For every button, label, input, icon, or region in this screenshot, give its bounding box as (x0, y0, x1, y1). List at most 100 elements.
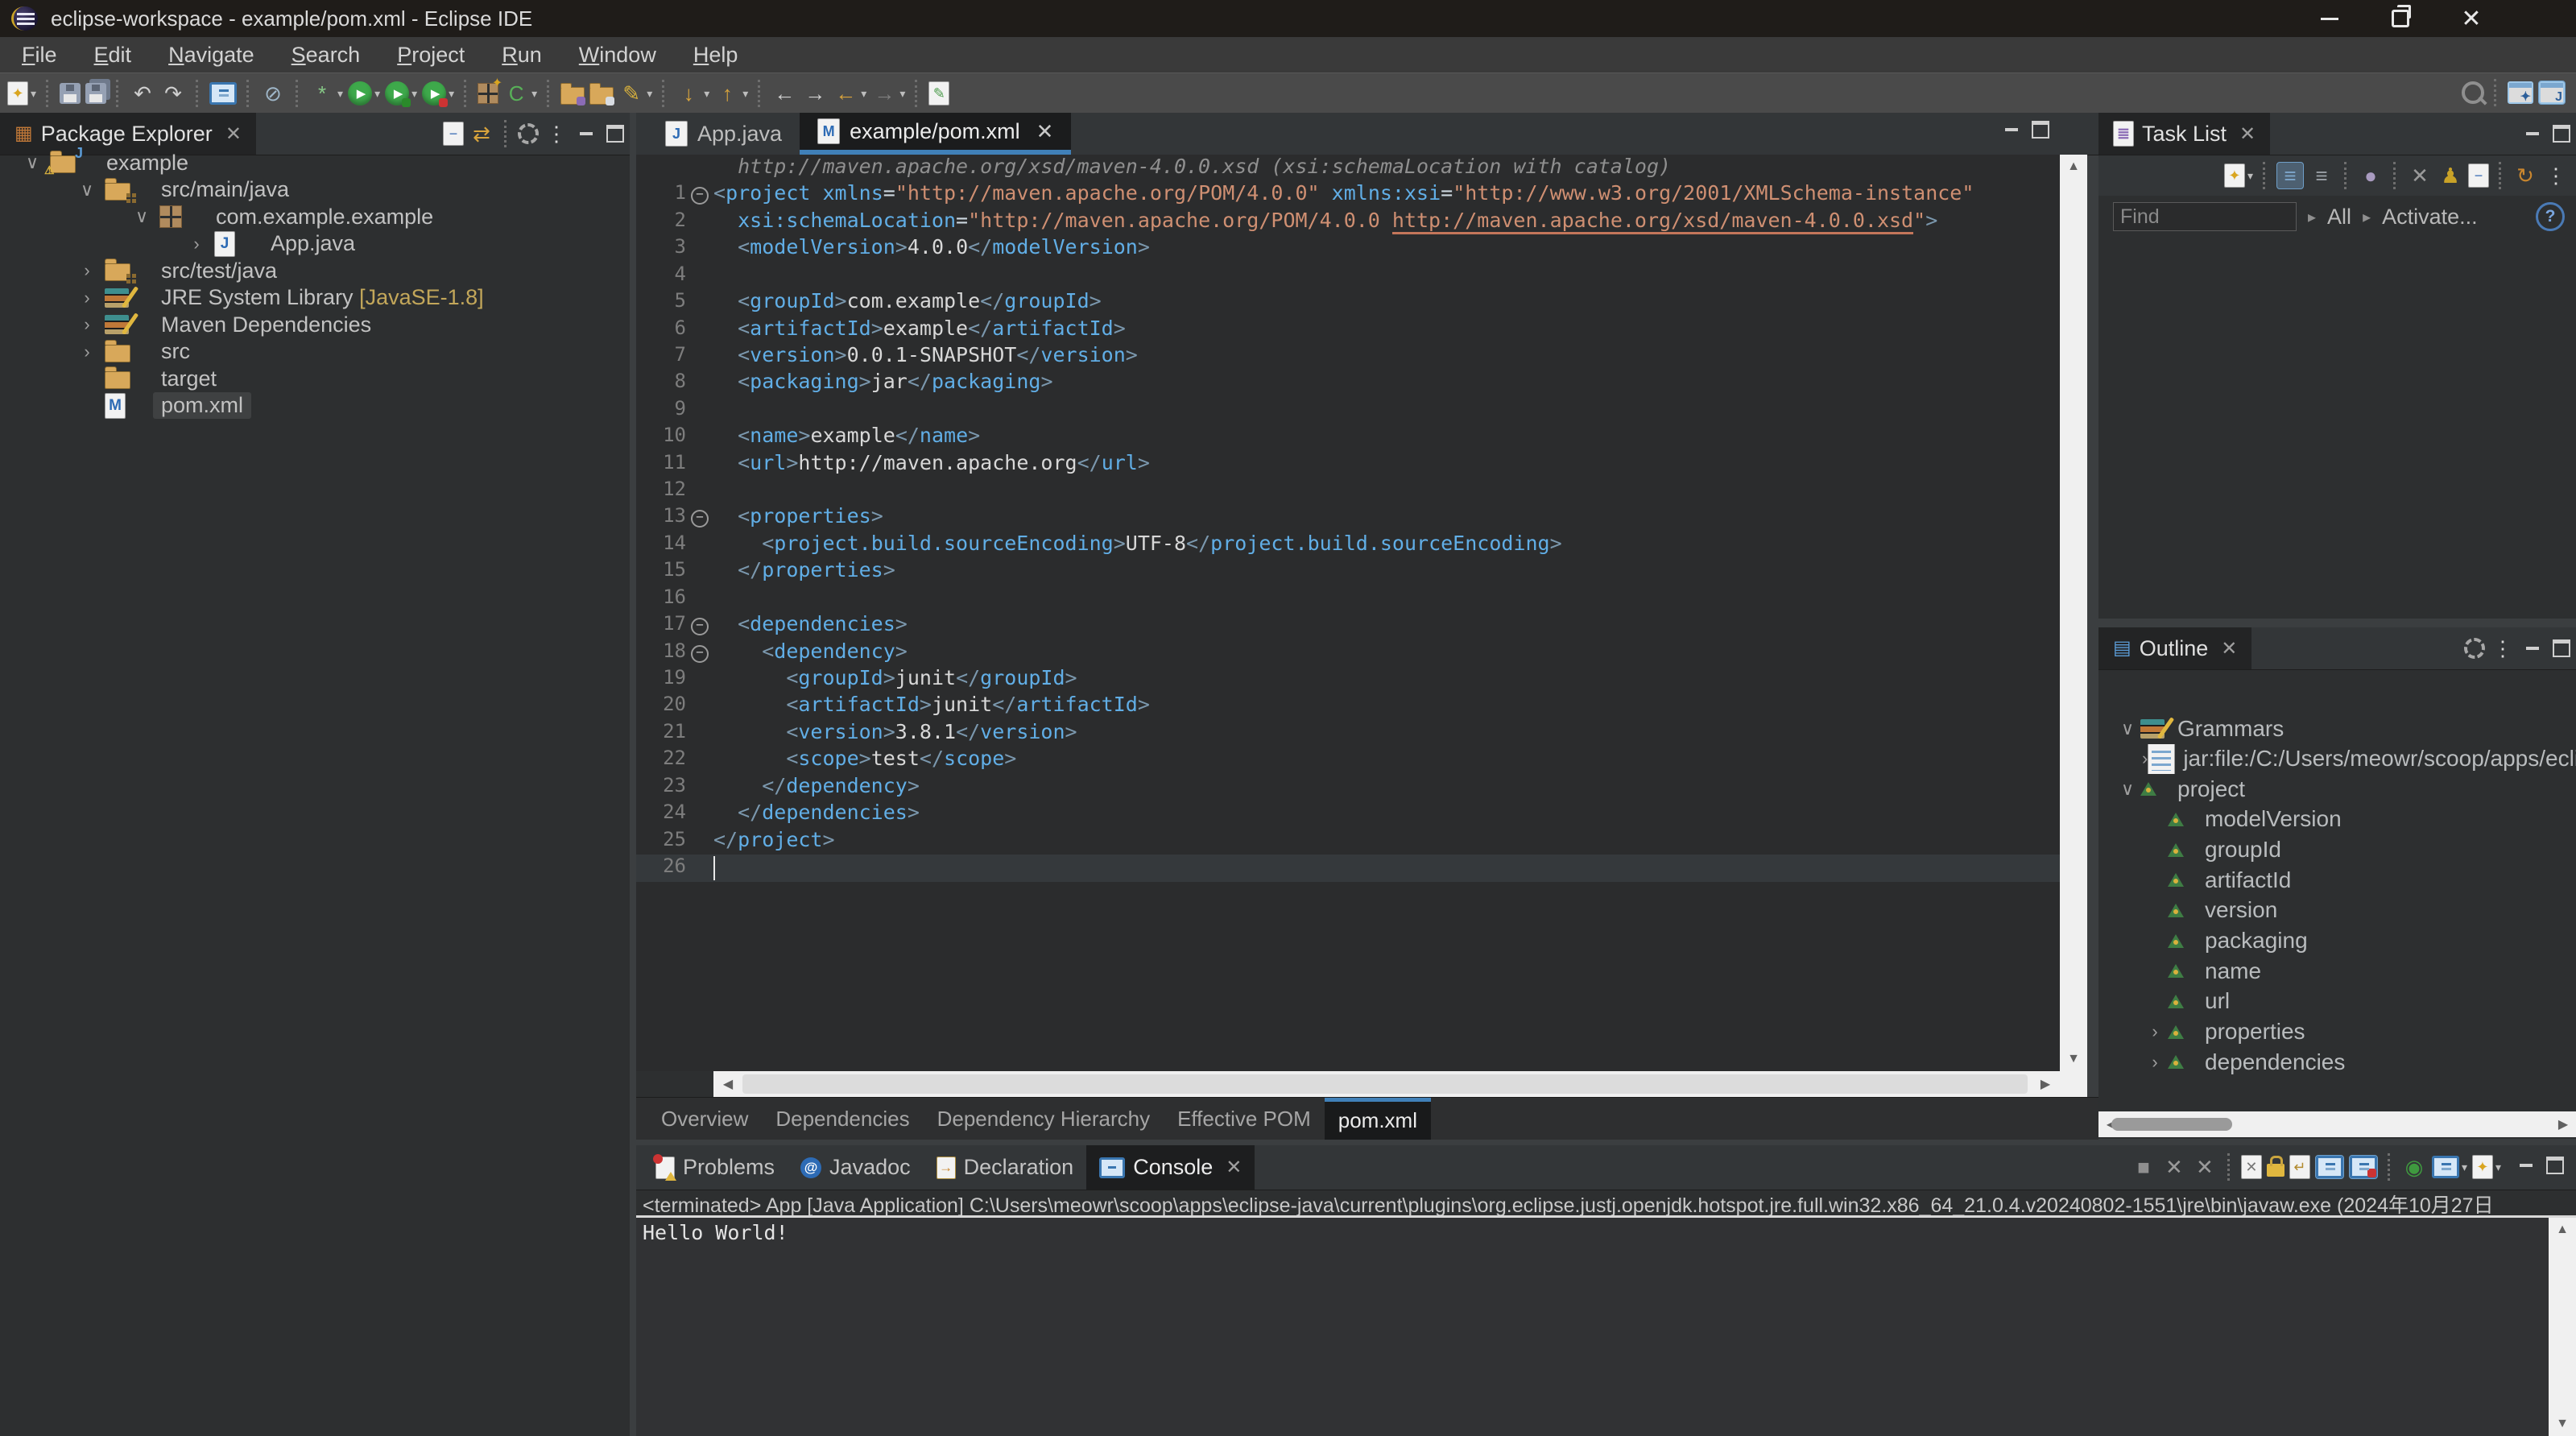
debug-icon[interactable]: * ▾ (309, 81, 343, 106)
editor-tab-app-java[interactable]: J App.java (647, 113, 800, 155)
maximize-icon[interactable] (2541, 1153, 2570, 1177)
code-editor[interactable]: http://maven.apache.org/xsd/maven-4.0.0.… (636, 155, 2060, 1071)
task-list-find-input[interactable] (2113, 202, 2297, 231)
tree-item-src-main-java[interactable]: ∨ src/main/java (0, 176, 630, 204)
fold-marker-icon[interactable]: − (691, 187, 709, 205)
console-vertical-scrollbar[interactable]: ▲ ▼ (2549, 1218, 2576, 1436)
link-editor-icon[interactable]: ⇄ (469, 121, 494, 147)
menu-navigate[interactable]: Navigate (150, 43, 273, 68)
chevron-down-icon[interactable]: ∨ (2115, 779, 2140, 800)
chevron-down-icon[interactable]: ∨ (124, 206, 159, 227)
menu-search[interactable]: Search (273, 43, 379, 68)
horizontal-splitter-outline[interactable] (2098, 619, 2576, 627)
new-console-icon[interactable]: ✦ ▾ (2471, 1155, 2501, 1179)
new-task-icon[interactable]: ✦ ▾ (2223, 163, 2253, 188)
chevron-right-icon[interactable]: › (69, 288, 105, 308)
minimize-icon[interactable] (2518, 122, 2547, 146)
close-icon[interactable]: ✕ (1036, 119, 1054, 144)
console-tab-problems[interactable]: Problems (643, 1145, 788, 1190)
window-close-button[interactable]: ✕ (2455, 2, 2487, 35)
menu-file[interactable]: File (3, 43, 76, 68)
chevron-right-icon[interactable]: › (2142, 1052, 2168, 1073)
console-output[interactable]: Hello World! (636, 1218, 2576, 1436)
chevron-right-icon[interactable]: › (2142, 748, 2148, 769)
outline-item-packaging[interactable]: ›packaging (2098, 926, 2576, 956)
tree-item-target[interactable]: ›target (0, 365, 630, 392)
open-perspective-icon[interactable]: ✦ (2508, 81, 2533, 104)
outline-item-artifactid[interactable]: ›artifactId (2098, 865, 2576, 895)
collapse-all-icon[interactable]: − (2468, 163, 2489, 188)
run-icon[interactable]: ▶ ▾ (348, 81, 380, 106)
synchronize-icon[interactable]: ↻ (2512, 163, 2538, 188)
chevron-right-icon[interactable]: › (2142, 1021, 2168, 1042)
window-restore-button[interactable] (2384, 2, 2417, 35)
new-wizard-icon[interactable]: ✦ ▾ (7, 81, 36, 106)
terminate-icon[interactable]: ■ (2131, 1154, 2156, 1180)
skip-breakpoints-icon[interactable]: ⊘ (260, 81, 286, 106)
close-icon[interactable]: ✕ (2239, 122, 2256, 146)
tree-item-src-test-java[interactable]: › src/test/java (0, 257, 630, 284)
close-icon[interactable]: ✕ (2221, 637, 2237, 660)
outline-item-dependencies[interactable]: › dependencies (2098, 1047, 2576, 1077)
editor-tab-example-pom-xml[interactable]: Mexample/pom.xml ✕ (800, 113, 1072, 155)
pom-tab-dependency-hierarchy[interactable]: Dependency Hierarchy (924, 1098, 1164, 1140)
task-list-activate[interactable]: Activate... (2382, 205, 2478, 230)
fold-marker-icon[interactable]: − (691, 510, 709, 528)
outline-item-grammars[interactable]: ∨ Grammars (2098, 714, 2576, 743)
menu-help[interactable]: Help (675, 43, 757, 68)
java-perspective-button[interactable]: J (2538, 81, 2566, 105)
tree-item-pom-xml[interactable]: ›Mpom.xml (0, 392, 630, 420)
menu-run[interactable]: Run (483, 43, 560, 68)
remove-launch-icon[interactable]: ✕ (2161, 1154, 2187, 1180)
chevron-right-icon[interactable]: › (69, 260, 105, 281)
chevron-right-icon[interactable]: › (179, 234, 214, 255)
outline-item-version[interactable]: ›version (2098, 896, 2576, 925)
scroll-lock-icon[interactable] (2266, 1156, 2284, 1177)
new-java-package-icon[interactable]: ✦ (478, 77, 502, 104)
coverage-icon[interactable]: ▶ ▾ (385, 81, 417, 107)
maximize-icon[interactable] (601, 122, 630, 146)
close-icon[interactable]: ✕ (1226, 1156, 1242, 1179)
search-icon[interactable] (2462, 81, 2484, 104)
view-menu-icon[interactable]: ⋮ (2543, 163, 2569, 188)
maximize-icon[interactable] (2026, 118, 2055, 142)
fold-marker-icon[interactable]: − (691, 644, 709, 663)
chevron-down-icon[interactable]: ∨ (69, 180, 105, 201)
task-list-tab[interactable]: ≣ Task List ✕ (2098, 113, 2271, 155)
presentation-icon[interactable]: ● (2358, 163, 2384, 188)
pin-console-icon[interactable]: ◉ (2401, 1154, 2427, 1180)
forward-history-icon[interactable]: → (802, 81, 828, 106)
editor-vertical-scrollbar[interactable]: ▲ ▼ (2060, 155, 2087, 1071)
console-tab-console[interactable]: Console ✕ (1086, 1145, 1255, 1190)
view-menu-icon[interactable]: ⋮ (544, 121, 569, 147)
show-stderr-icon[interactable] (2348, 1155, 2378, 1179)
chevron-right-icon[interactable]: › (69, 341, 105, 362)
editor-horizontal-scrollbar[interactable]: ◀ ▶ (713, 1071, 2060, 1097)
console-tab-declaration[interactable]: → Declaration (924, 1145, 1087, 1190)
filter-person-icon[interactable]: ♟ (2437, 163, 2463, 188)
open-type-icon[interactable] (560, 82, 586, 106)
outline-item-jar-file-c-users-meowr-scoop-apps-eclip[interactable]: › jar:file:/C:/Users/meowr/scoop/apps/ecl… (2098, 743, 2576, 774)
maximize-icon[interactable] (2547, 636, 2576, 660)
next-annotation-icon[interactable]: ↓ ▾ (676, 81, 710, 106)
window-minimize-button[interactable] (2313, 2, 2346, 35)
pom-tab-pom-xml[interactable]: pom.xml (1324, 1098, 1431, 1140)
remove-all-launches-icon[interactable]: ✕ (2192, 1154, 2218, 1180)
filters-icon[interactable] (2464, 638, 2485, 659)
outline-item-modelversion[interactable]: ›modelVersion (2098, 805, 2576, 834)
pom-tab-effective-pom[interactable]: Effective POM (1164, 1098, 1325, 1140)
search-flashlight-icon[interactable]: ✎ ▾ (618, 81, 652, 106)
save-all-icon[interactable] (85, 83, 107, 104)
tree-item-example[interactable]: ∨ J ⚠ example (0, 145, 630, 176)
outline-item-properties[interactable]: › properties (2098, 1017, 2576, 1047)
tree-item-app-java[interactable]: › J App.java (0, 230, 630, 258)
outline-item-name[interactable]: ›name (2098, 956, 2576, 986)
outline-item-project[interactable]: ∨ project (2098, 774, 2576, 804)
help-icon[interactable]: ? (2536, 202, 2565, 231)
outline-item-url[interactable]: ›url (2098, 987, 2576, 1016)
minimize-icon[interactable] (572, 122, 601, 146)
scheduled-view-icon[interactable]: ≡ (2309, 163, 2334, 188)
tree-item-com-example-example[interactable]: ∨ com.example.example (0, 203, 630, 230)
fold-marker-icon[interactable]: − (691, 618, 709, 636)
pom-tab-overview[interactable]: Overview (647, 1098, 762, 1140)
